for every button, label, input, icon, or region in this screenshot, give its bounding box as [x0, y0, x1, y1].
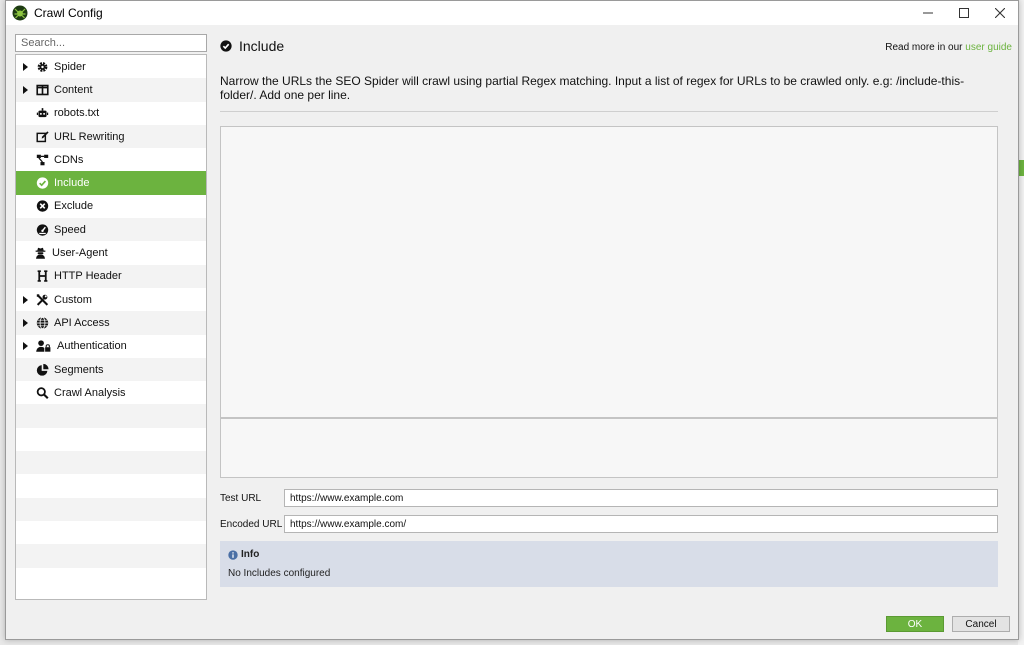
sidebar-item-url-rewriting[interactable]: URL Rewriting — [16, 124, 206, 149]
sidebar-item-label: Spider — [54, 60, 86, 73]
encoded-url-row: Encoded URL — [220, 515, 998, 533]
robot-icon — [36, 108, 49, 118]
x-circle-icon — [36, 200, 49, 213]
sidebar-item-authentication[interactable]: Authentication — [16, 334, 206, 358]
empty-row — [16, 404, 206, 428]
sidebar-item-http-header[interactable]: HTTP Header — [16, 264, 206, 288]
sidebar-item-label: Authentication — [57, 340, 127, 353]
sidebar-item-content[interactable]: Content — [16, 78, 206, 102]
read-more-prefix: Read more in our — [885, 42, 966, 53]
sidebar-item-label: Custom — [54, 293, 92, 306]
sidebar-item-label: API Access — [54, 316, 110, 329]
include-regex-textarea[interactable] — [220, 126, 998, 418]
info-message: No Includes configured — [228, 568, 331, 579]
sidebar-item-spider[interactable]: Spider — [16, 55, 206, 79]
minimize-button[interactable] — [910, 1, 946, 25]
panel-heading: Include — [220, 38, 284, 54]
tools-icon — [36, 293, 49, 306]
info-title: Info — [241, 549, 260, 560]
encoded-url-label: Encoded URL — [220, 518, 283, 530]
sidebar-item-label: HTTP Header — [54, 270, 122, 283]
divider — [220, 111, 998, 112]
search-input[interactable] — [15, 34, 207, 52]
columns-icon — [36, 84, 49, 96]
globe-icon — [36, 316, 49, 329]
encoded-url-input[interactable] — [284, 515, 998, 533]
info-icon — [228, 549, 238, 560]
close-icon — [995, 8, 1005, 18]
sidebar-item-label: Include — [54, 177, 90, 190]
info-heading: Info — [228, 549, 259, 560]
sidebar-item-label: Exclude — [54, 200, 94, 213]
network-icon — [36, 154, 49, 166]
sidebar-item-include[interactable]: Include — [16, 171, 206, 195]
window-title: Crawl Config — [34, 6, 103, 20]
sidebar-item-exclude[interactable]: Exclude — [16, 194, 206, 219]
sidebar-item-robots[interactable]: robots.txt — [16, 101, 206, 125]
gear-icon — [37, 61, 48, 72]
user-guide-link[interactable]: user guide — [965, 42, 1012, 53]
crawl-config-dialog: Crawl Config Spider Content — [5, 0, 1019, 640]
edit-icon — [36, 130, 49, 142]
expand-arrow-icon[interactable] — [23, 62, 28, 71]
match-results-pane — [220, 418, 998, 478]
magnifier-icon — [36, 387, 49, 399]
panel-description: Narrow the URLs the SEO Spider will craw… — [220, 74, 965, 102]
close-button[interactable] — [982, 1, 1018, 25]
empty-row — [16, 427, 206, 452]
sidebar-item-custom[interactable]: Custom — [16, 287, 206, 312]
sidebar-item-segments[interactable]: Segments — [16, 357, 206, 382]
empty-row — [16, 451, 206, 475]
sidebar-item-cdns[interactable]: CDNs — [16, 148, 206, 172]
page-title: Include — [239, 38, 285, 54]
check-circle-icon — [220, 40, 232, 52]
expand-arrow-icon[interactable] — [23, 342, 28, 351]
config-sidebar: Spider Content robots.txt URL Rewriting … — [15, 34, 207, 600]
pie-chart-icon — [36, 363, 49, 376]
title-bar: Crawl Config — [6, 1, 1018, 25]
sidebar-item-label: Segments — [54, 363, 104, 376]
user-secret-icon — [35, 247, 46, 259]
h-header-icon — [37, 270, 48, 282]
include-panel: Include Read more in our user guide Narr… — [220, 34, 1012, 594]
sidebar-item-label: URL Rewriting — [54, 130, 125, 143]
user-lock-icon — [36, 340, 51, 352]
ok-button[interactable]: OK — [886, 616, 944, 632]
speedometer-icon — [36, 224, 49, 236]
spider-logo-icon — [12, 5, 28, 21]
sidebar-item-label: Speed — [54, 223, 86, 236]
sidebar-item-label: CDNs — [54, 153, 84, 166]
empty-row — [16, 520, 206, 545]
expand-arrow-icon[interactable] — [23, 295, 28, 304]
maximize-icon — [959, 8, 969, 18]
window-controls — [910, 1, 1018, 25]
test-url-input[interactable] — [284, 489, 998, 507]
cancel-button[interactable]: Cancel — [952, 616, 1010, 632]
expand-arrow-icon[interactable] — [23, 318, 28, 327]
sidebar-item-label: Content — [54, 83, 93, 96]
info-box: Info No Includes configured — [220, 541, 998, 587]
check-circle-icon — [36, 177, 49, 189]
sidebar-item-label: robots.txt — [54, 107, 100, 120]
sidebar-item-label: Crawl Analysis — [54, 386, 126, 399]
read-more-text: Read more in our user guide — [885, 42, 1012, 53]
sidebar-item-api-access[interactable]: API Access — [16, 311, 206, 335]
minimize-icon — [923, 12, 933, 14]
expand-arrow-icon[interactable] — [23, 85, 28, 94]
test-url-row: Test URL — [220, 489, 998, 507]
sidebar-item-speed[interactable]: Speed — [16, 218, 206, 242]
empty-row — [16, 567, 206, 591]
test-url-label: Test URL — [220, 492, 262, 504]
sidebar-item-user-agent[interactable]: User-Agent — [16, 241, 206, 265]
empty-row — [16, 544, 206, 568]
sidebar-item-label: User-Agent — [52, 247, 108, 260]
config-nav-tree: Spider Content robots.txt URL Rewriting … — [15, 54, 207, 600]
empty-row — [16, 497, 206, 521]
empty-row — [16, 474, 206, 498]
maximize-button[interactable] — [946, 1, 982, 25]
sidebar-item-crawl-analysis[interactable]: Crawl Analysis — [16, 381, 206, 405]
